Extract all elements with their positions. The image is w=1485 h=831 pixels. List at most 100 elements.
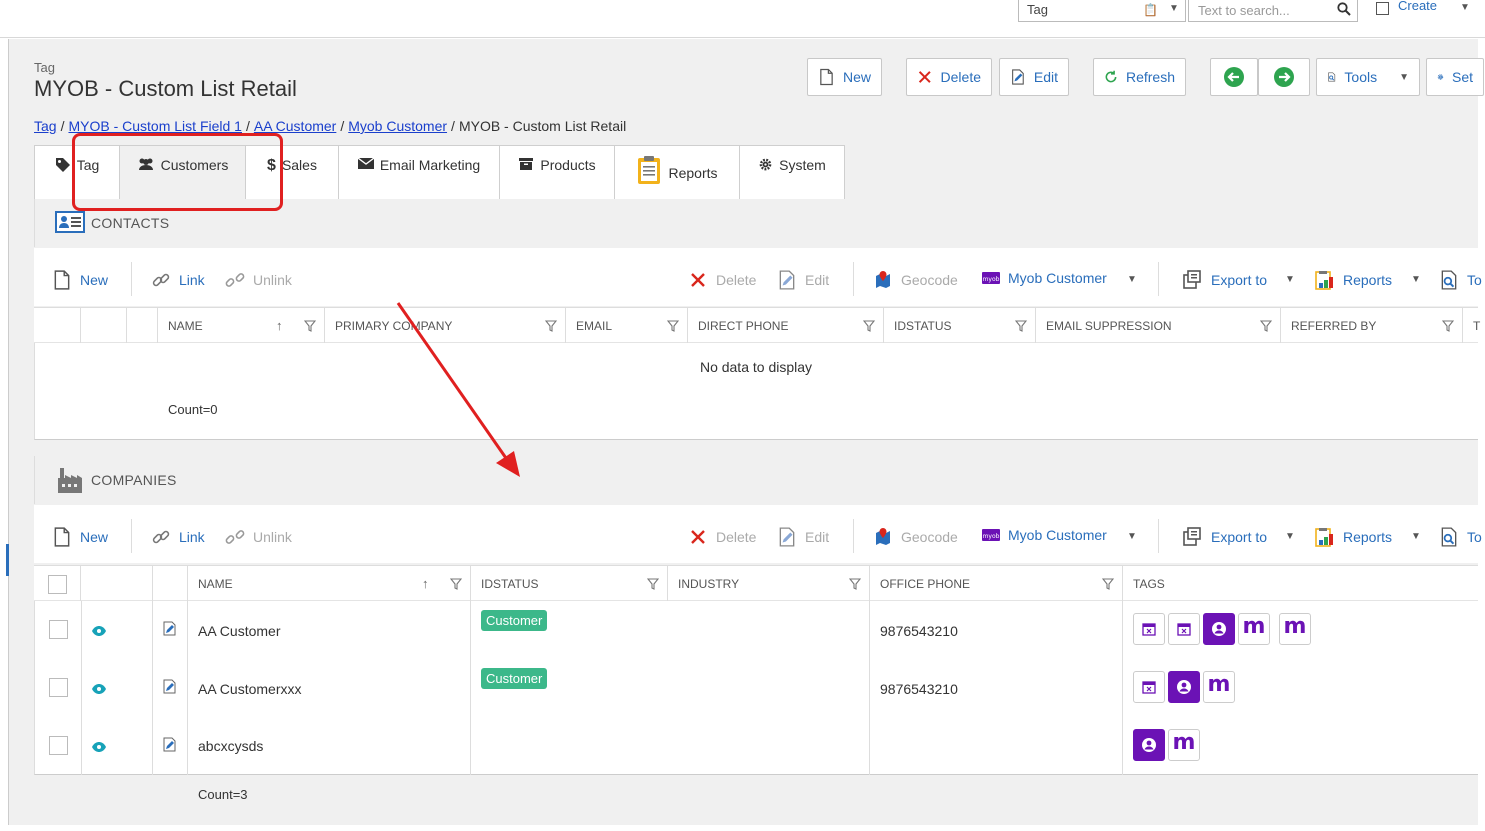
- select-all-checkbox[interactable]: [48, 575, 67, 594]
- search-input[interactable]: Text to search...: [1188, 0, 1358, 22]
- calendar-x-icon[interactable]: [1133, 613, 1165, 645]
- contacts-edit-button[interactable]: Edit: [777, 270, 829, 290]
- column-header-name[interactable]: NAME ↑: [187, 566, 470, 602]
- row-checkbox[interactable]: [49, 736, 68, 755]
- contacts-new-button[interactable]: New: [52, 270, 108, 290]
- filter-icon[interactable]: [647, 578, 659, 590]
- company-name[interactable]: AA Customer: [198, 623, 280, 639]
- tab-system[interactable]: System: [739, 145, 845, 199]
- column-header-direct-phone[interactable]: DIRECT PHONE: [687, 308, 883, 344]
- filter-icon[interactable]: [1102, 578, 1114, 590]
- column-header-name[interactable]: NAME ↑: [157, 308, 324, 344]
- edit-row-icon[interactable]: [163, 679, 177, 697]
- calendar-x-icon[interactable]: [1133, 671, 1165, 703]
- refresh-button[interactable]: Refresh: [1093, 58, 1186, 96]
- filter-icon[interactable]: [863, 320, 875, 332]
- person-badge-icon[interactable]: [1133, 729, 1165, 761]
- row-checkbox[interactable]: [49, 678, 68, 697]
- eye-icon[interactable]: [92, 624, 106, 639]
- myob-icon[interactable]: m: [1168, 729, 1200, 761]
- filter-icon[interactable]: [304, 320, 316, 332]
- tab-reports[interactable]: Reports: [614, 145, 740, 199]
- column-header-email-suppression[interactable]: EMAIL SUPPRESSION: [1035, 308, 1280, 344]
- eye-icon[interactable]: [92, 740, 106, 755]
- chevron-down-icon[interactable]: ▼: [1285, 274, 1295, 285]
- companies-delete-button[interactable]: Delete: [688, 527, 756, 547]
- column-header-idstatus[interactable]: IDSTATUS: [470, 566, 667, 602]
- companies-new-button[interactable]: New: [52, 527, 108, 547]
- chevron-down-icon[interactable]: ▼: [1285, 531, 1295, 542]
- button-label: Delete: [716, 272, 757, 288]
- row-checkbox[interactable]: [49, 620, 68, 639]
- column-header-office-phone[interactable]: OFFICE PHONE: [869, 566, 1122, 602]
- companies-myob-customer-button[interactable]: myob Myob Customer: [982, 527, 1107, 543]
- create-link[interactable]: Create: [1398, 0, 1437, 13]
- companies-export-button[interactable]: Export to: [1183, 527, 1267, 547]
- filter-icon[interactable]: [1015, 320, 1027, 332]
- person-badge-icon[interactable]: [1203, 613, 1235, 645]
- sort-ascending-icon[interactable]: ↑: [276, 318, 283, 333]
- companies-edit-button[interactable]: Edit: [777, 527, 829, 547]
- myob-icon[interactable]: m: [1279, 613, 1311, 645]
- filter-icon[interactable]: [667, 320, 679, 332]
- entity-type-select[interactable]: Tag 📋 ▼: [1018, 0, 1186, 22]
- eye-icon[interactable]: [92, 682, 106, 697]
- companies-tools-button[interactable]: To: [1439, 527, 1482, 547]
- company-name[interactable]: abcxcysds: [198, 738, 263, 754]
- column-header-referred-by[interactable]: REFERRED BY: [1280, 308, 1462, 344]
- tools-button[interactable]: Tools ▼: [1316, 58, 1420, 96]
- chevron-down-icon[interactable]: ▼: [1127, 274, 1137, 285]
- column-header-truncated[interactable]: T: [1462, 308, 1480, 344]
- calendar-x-icon[interactable]: [1168, 613, 1200, 645]
- edit-button[interactable]: Edit: [999, 58, 1069, 96]
- companies-reports-button[interactable]: Reports: [1315, 527, 1392, 547]
- filter-icon[interactable]: [1260, 320, 1272, 332]
- filter-icon[interactable]: [849, 578, 861, 590]
- contacts-myob-customer-button[interactable]: myob Myob Customer: [982, 270, 1107, 286]
- breadcrumb-link-tag[interactable]: Tag: [34, 118, 57, 134]
- sort-ascending-icon[interactable]: ↑: [422, 576, 429, 591]
- contacts-export-button[interactable]: Export to: [1183, 270, 1267, 290]
- filter-icon[interactable]: [1442, 320, 1454, 332]
- tab-email-marketing[interactable]: Email Marketing: [338, 145, 500, 199]
- filter-icon[interactable]: [545, 320, 557, 332]
- column-header-idstatus[interactable]: IDSTATUS: [883, 308, 1035, 344]
- new-button[interactable]: New: [807, 58, 882, 96]
- previous-record-button[interactable]: [1210, 58, 1258, 96]
- breadcrumb-link-aa-customer[interactable]: AA Customer: [254, 118, 336, 134]
- chevron-down-icon[interactable]: ▼: [1460, 2, 1470, 13]
- delete-button[interactable]: Delete: [906, 58, 992, 96]
- breadcrumb-link-custom-list-field[interactable]: MYOB - Custom List Field 1: [68, 118, 242, 134]
- gear-icon: [759, 158, 772, 171]
- contacts-link-button[interactable]: Link: [151, 270, 205, 290]
- contacts-delete-button[interactable]: Delete: [688, 270, 756, 290]
- breadcrumb-link-myob-customer[interactable]: Myob Customer: [348, 118, 447, 134]
- contacts-geocode-button[interactable]: Geocode: [873, 270, 958, 290]
- tab-products[interactable]: Products: [499, 145, 615, 199]
- company-name[interactable]: AA Customerxxx: [198, 681, 301, 697]
- companies-unlink-button[interactable]: Unlink: [225, 527, 292, 547]
- contacts-tools-button[interactable]: To: [1439, 270, 1482, 290]
- column-header-industry[interactable]: INDUSTRY: [667, 566, 869, 602]
- search-icon[interactable]: [1337, 2, 1351, 16]
- chevron-down-icon[interactable]: ▼: [1127, 531, 1137, 542]
- companies-link-button[interactable]: Link: [151, 527, 205, 547]
- edit-row-icon[interactable]: [163, 621, 177, 639]
- chevron-down-icon[interactable]: ▼: [1411, 531, 1421, 542]
- chevron-down-icon[interactable]: ▼: [1411, 274, 1421, 285]
- person-badge-icon[interactable]: [1168, 671, 1200, 703]
- contacts-reports-button[interactable]: Reports: [1315, 270, 1392, 290]
- companies-geocode-button[interactable]: Geocode: [873, 527, 958, 547]
- create-checkbox[interactable]: [1376, 2, 1389, 15]
- next-record-button[interactable]: [1258, 58, 1310, 96]
- contacts-unlink-button[interactable]: Unlink: [225, 270, 292, 290]
- myob-icon[interactable]: m: [1203, 671, 1235, 703]
- edit-row-icon[interactable]: [163, 737, 177, 755]
- column-header-email[interactable]: EMAIL: [565, 308, 687, 344]
- edit-icon: [779, 270, 795, 290]
- myob-icon[interactable]: m: [1238, 613, 1270, 645]
- filter-icon[interactable]: [450, 578, 462, 590]
- contacts-toolbar: New Link Unlink Delete Edit Geocode myob…: [34, 248, 1482, 306]
- column-header-tags[interactable]: TAGS: [1122, 566, 1478, 602]
- settings-button[interactable]: Set: [1426, 58, 1484, 96]
